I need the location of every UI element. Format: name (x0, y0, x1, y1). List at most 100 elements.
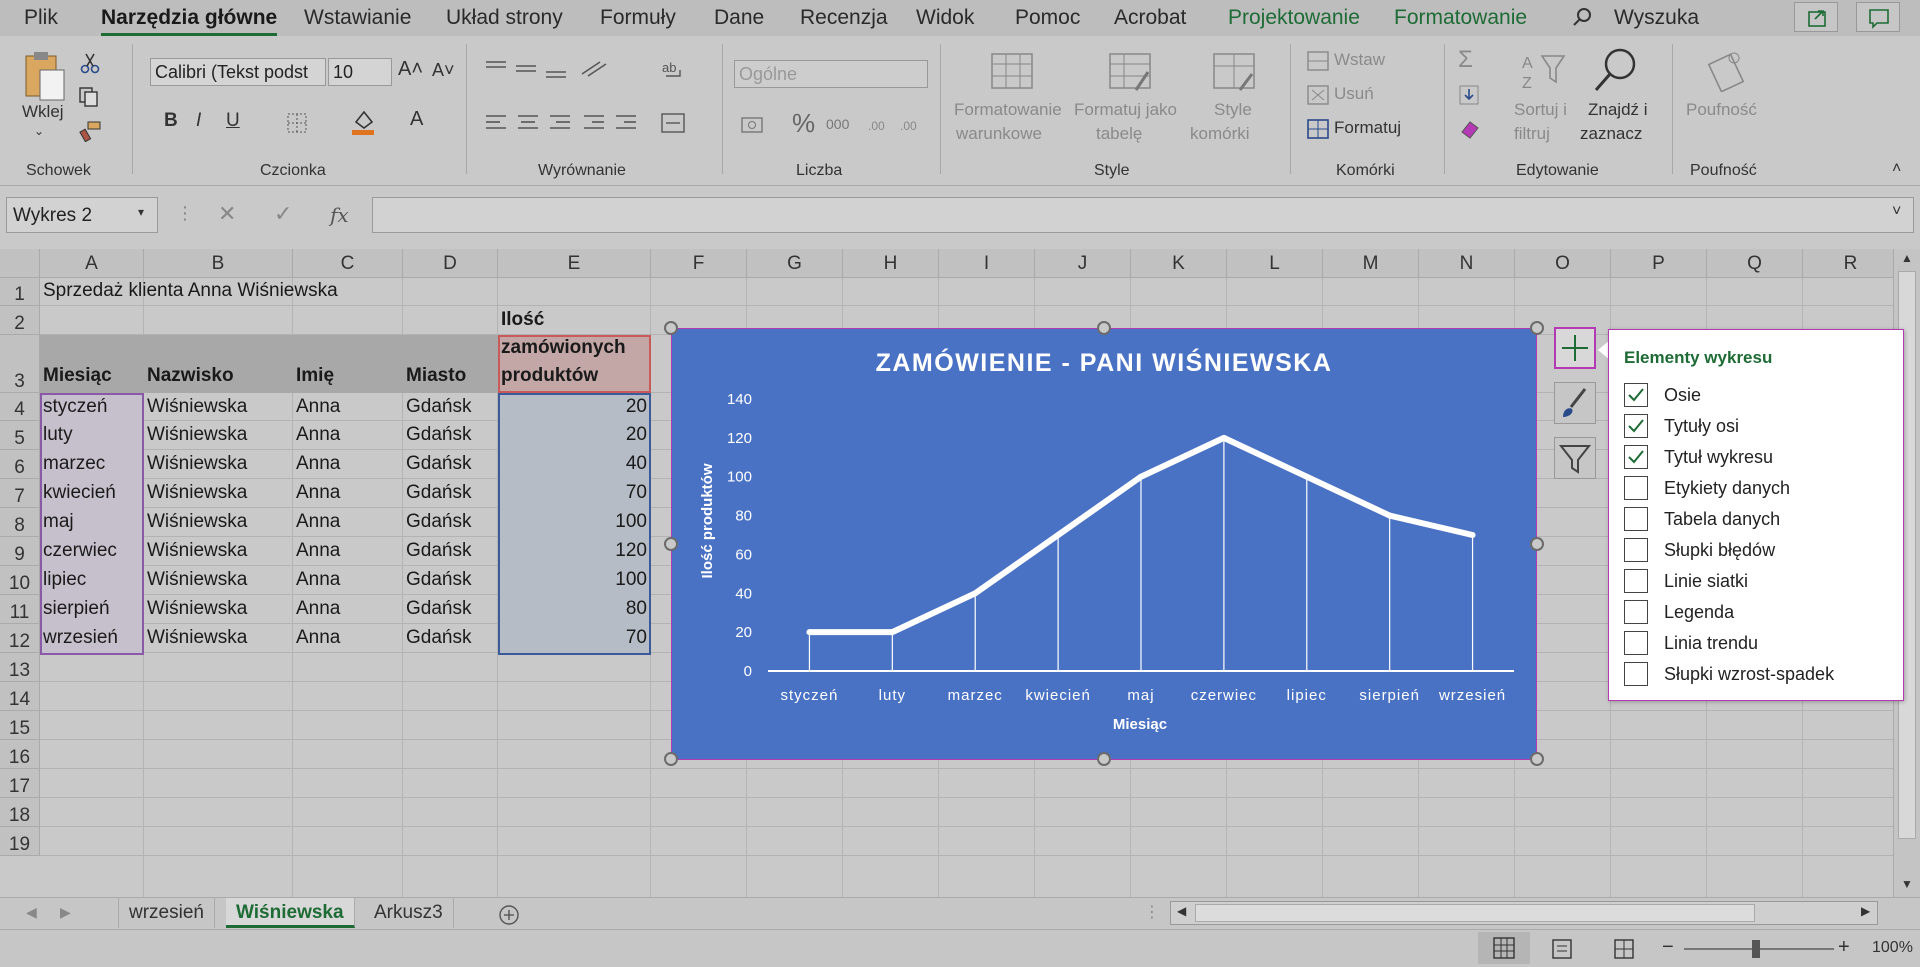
copy-icon[interactable] (78, 86, 100, 108)
cell-a1-title[interactable]: Sprzedaż klienta Anna Wiśniewska (40, 280, 338, 302)
scroll-up-icon[interactable]: ▲ (1901, 251, 1913, 265)
x-axis-title[interactable]: Miesiąc (1113, 716, 1167, 733)
table-cell[interactable]: Wiśniewska (144, 511, 293, 533)
column-header-h[interactable]: H (843, 249, 939, 278)
zoom-in-button[interactable]: + (1838, 936, 1850, 959)
tab-page-layout[interactable]: Układ strony (446, 6, 563, 30)
table-cell[interactable]: Wiśniewska (144, 396, 293, 418)
page-break-view-icon[interactable] (1612, 938, 1636, 960)
chart-element-option[interactable]: Tytuły osi (1624, 413, 1894, 439)
cell-quantity[interactable]: 70 (498, 627, 651, 649)
table-cell[interactable]: Gdańsk (403, 569, 498, 591)
table-cell[interactable]: wrzesień (40, 627, 144, 649)
comments-button[interactable] (1856, 2, 1900, 32)
zoom-level[interactable]: 100% (1872, 939, 1913, 957)
column-header-k[interactable]: K (1131, 249, 1227, 278)
confirm-edit-icon[interactable]: ✓ (274, 201, 292, 227)
chart-element-option[interactable]: Słupki błędów (1624, 537, 1894, 563)
delete-cells-label[interactable]: Usuń (1334, 84, 1374, 104)
cell-quantity[interactable]: 120 (498, 540, 651, 562)
table-cell[interactable]: Wiśniewska (144, 569, 293, 591)
tab-review[interactable]: Recenzja (800, 6, 888, 30)
column-header-i[interactable]: I (939, 249, 1035, 278)
chart-elements-button[interactable] (1554, 327, 1596, 369)
row-header-17[interactable]: 17 (0, 769, 40, 798)
chart-title[interactable]: ZAMÓWIENIE - PANI WIŚNIEWSKA (876, 347, 1333, 377)
line-chart[interactable]: ZAMÓWIENIE - PANI WIŚNIEWSKA Ilość produ… (671, 328, 1537, 760)
zoom-out-button[interactable]: − (1662, 936, 1674, 959)
fill-color-icon[interactable] (350, 108, 376, 136)
cut-icon[interactable] (80, 52, 100, 74)
row-header-10[interactable]: 10 (0, 566, 40, 595)
share-button[interactable] (1794, 2, 1838, 32)
chart-element-option[interactable]: Legenda (1624, 599, 1894, 625)
italic-button[interactable]: I (196, 110, 201, 132)
tab-data[interactable]: Dane (714, 6, 764, 30)
chart-element-option[interactable]: Tabela danych (1624, 506, 1894, 532)
row-header-2[interactable]: 2 (0, 306, 40, 335)
horizontal-scrollbar[interactable]: ◀ ▶ (1170, 901, 1878, 925)
conditional-formatting-label-1[interactable]: Formatowanie (954, 100, 1062, 120)
scroll-tabs-left-icon[interactable]: ◀ (26, 904, 37, 921)
chart-resize-handle[interactable] (1097, 321, 1111, 335)
chart-resize-handle[interactable] (1530, 321, 1544, 335)
row-header-14[interactable]: 14 (0, 682, 40, 711)
table-cell[interactable]: Wiśniewska (144, 424, 293, 446)
data-point[interactable] (972, 590, 979, 597)
table-cell[interactable]: Gdańsk (403, 598, 498, 620)
header-quantity-line-3[interactable]: produktów (498, 365, 648, 387)
merge-center-icon[interactable] (660, 112, 686, 134)
table-cell[interactable]: Wiśniewska (144, 482, 293, 504)
header-quantity-line-2[interactable]: zamówionych (498, 337, 648, 359)
table-cell[interactable]: Anna (293, 540, 403, 562)
table-cell[interactable]: Gdańsk (403, 627, 498, 649)
data-point[interactable] (806, 629, 813, 636)
chart-resize-handle[interactable] (664, 752, 678, 766)
decrease-font-icon[interactable]: A˅ (432, 60, 455, 81)
scroll-left-icon[interactable]: ◀ (1177, 904, 1186, 918)
table-cell[interactable]: maj (40, 511, 144, 533)
expand-formula-bar-icon[interactable]: ˅ (1892, 203, 1901, 221)
table-cell[interactable]: styczeń (40, 396, 144, 418)
font-color-button[interactable]: A (410, 108, 423, 131)
wrap-text-icon[interactable]: ab (662, 58, 686, 80)
sort-filter-label-1[interactable]: Sortuj i (1514, 100, 1567, 120)
select-all-corner[interactable] (0, 249, 40, 278)
cell-styles-label-2[interactable]: komórki (1190, 124, 1250, 144)
row-header-11[interactable]: 11 (0, 595, 40, 624)
column-header-a[interactable]: A (40, 249, 144, 278)
header-city[interactable]: Miasto (403, 365, 498, 387)
chart-element-option[interactable]: Linia trendu (1624, 630, 1894, 656)
paste-label[interactable]: Wklej (22, 102, 64, 122)
checkbox-unchecked[interactable] (1624, 507, 1648, 531)
column-header-n[interactable]: N (1419, 249, 1515, 278)
row-header-8[interactable]: 8 (0, 508, 40, 537)
find-select-icon[interactable] (1592, 46, 1640, 96)
cell-quantity[interactable]: 100 (498, 511, 651, 533)
column-header-q[interactable]: Q (1707, 249, 1803, 278)
table-cell[interactable]: Anna (293, 569, 403, 591)
row-header-18[interactable]: 18 (0, 798, 40, 827)
name-box[interactable]: Wykres 2 (6, 197, 158, 233)
sheet-tab-wisniewska[interactable]: Wiśniewska (226, 898, 355, 928)
chart-element-option[interactable]: Linie siatki (1624, 568, 1894, 594)
row-header-15[interactable]: 15 (0, 711, 40, 740)
table-cell[interactable]: kwiecień (40, 482, 144, 504)
table-cell[interactable]: Anna (293, 511, 403, 533)
table-cell[interactable]: marzec (40, 453, 144, 475)
row-header-13[interactable]: 13 (0, 653, 40, 682)
conditional-formatting-label-2[interactable]: warunkowe (956, 124, 1042, 144)
header-month[interactable]: Miesiąc (40, 365, 144, 387)
sheet-tab-arkusz3[interactable]: Arkusz3 (364, 898, 454, 928)
tab-file[interactable]: Plik (24, 6, 58, 30)
cell-quantity[interactable]: 20 (498, 424, 651, 446)
tab-chart-design[interactable]: Projektowanie (1228, 6, 1360, 30)
format-as-table-icon[interactable] (1108, 52, 1152, 92)
checkbox-unchecked[interactable] (1624, 631, 1648, 655)
row-header-12[interactable]: 12 (0, 624, 40, 653)
column-header-l[interactable]: L (1227, 249, 1323, 278)
search-icon[interactable] (1572, 7, 1592, 27)
cell-quantity[interactable]: 20 (498, 396, 651, 418)
page-layout-view-icon[interactable] (1550, 938, 1574, 960)
tab-home[interactable]: Narzędzia główne (101, 6, 278, 36)
